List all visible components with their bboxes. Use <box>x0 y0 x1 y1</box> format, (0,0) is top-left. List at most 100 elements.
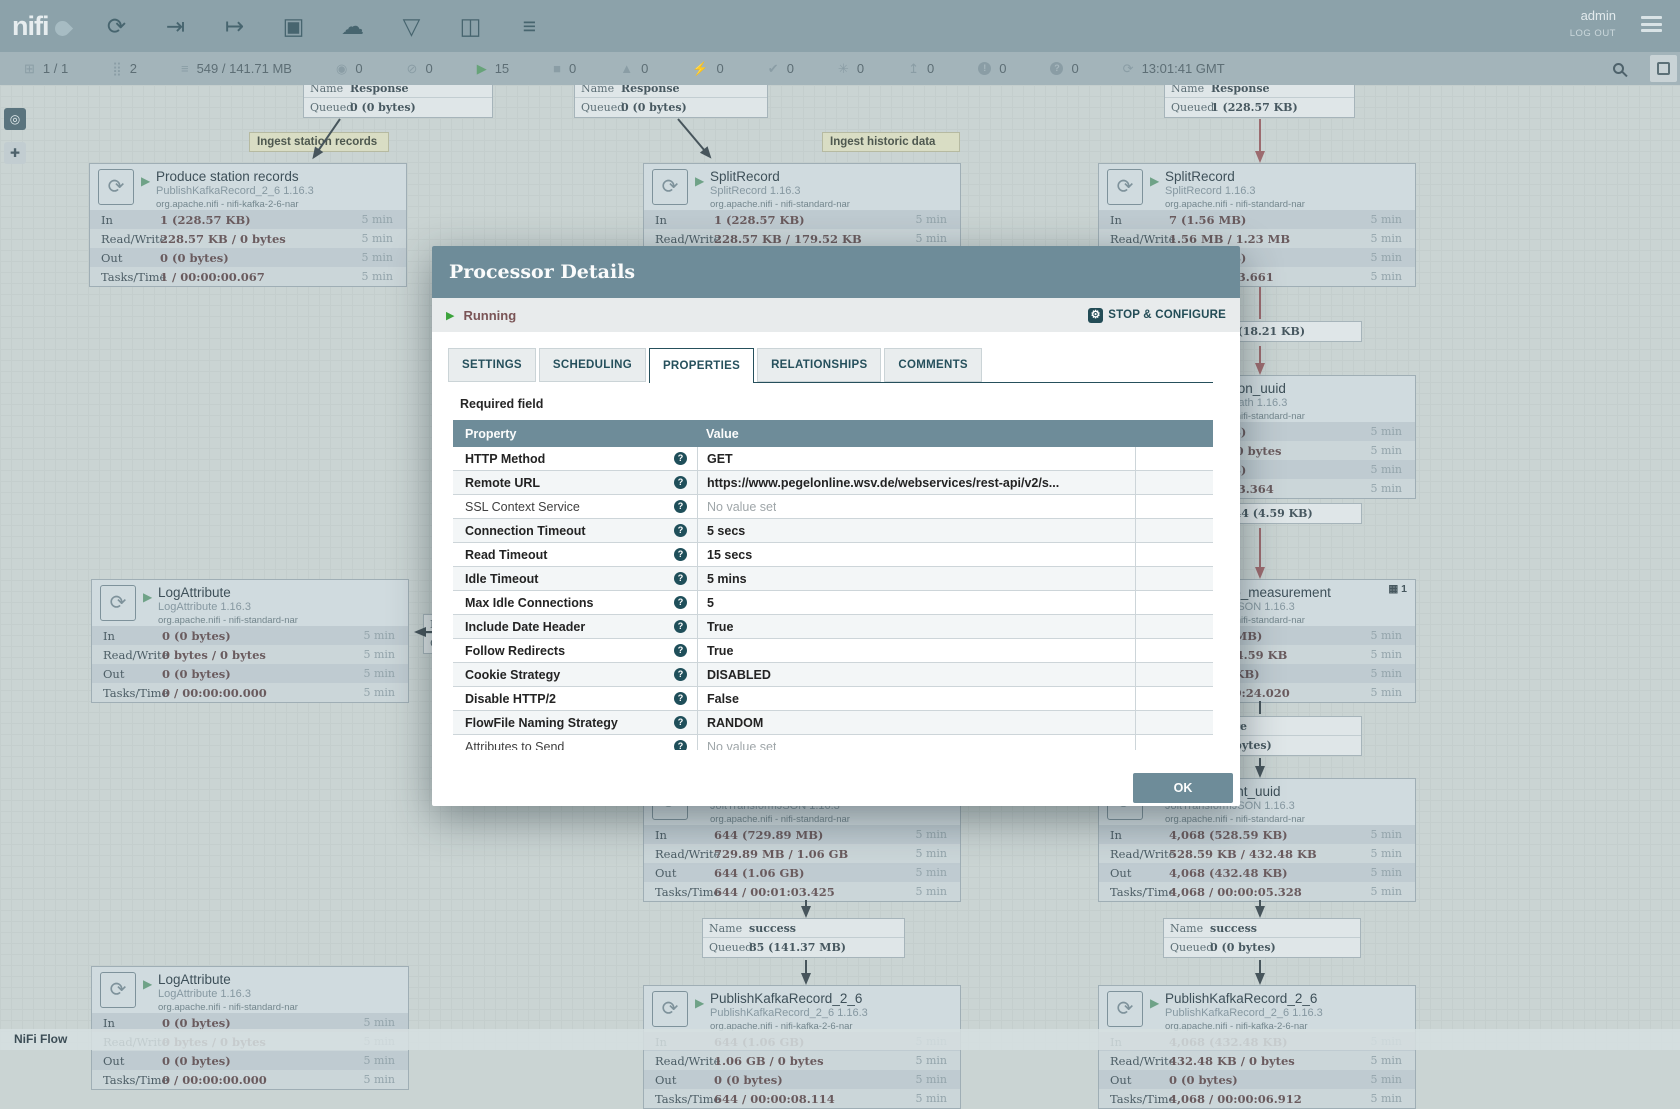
dialog-header: Processor Details <box>432 246 1240 298</box>
sync-failure-count-icon: ? <box>1050 62 1063 75</box>
property-value-cell: 15 secs <box>697 543 1136 566</box>
dialog-tabs: SETTINGSSCHEDULINGPROPERTIESRELATIONSHIP… <box>448 348 1213 383</box>
stat-window: 5 min <box>914 1073 960 1086</box>
help-icon[interactable]: ? <box>674 476 687 489</box>
property-name: Connection Timeout <box>465 524 674 538</box>
ok-button[interactable]: OK <box>1133 773 1233 803</box>
stat-value: 1 (228.57 KB) <box>160 213 360 227</box>
help-icon[interactable]: ? <box>674 524 687 537</box>
not-transmitting-count-value: 0 <box>425 61 432 76</box>
help-icon[interactable]: ? <box>674 596 687 609</box>
help-icon[interactable]: ? <box>674 668 687 681</box>
search-icon[interactable] <box>1613 63 1624 74</box>
property-name: Attributes to Send <box>465 740 674 751</box>
stat-window: 5 min <box>1369 232 1415 245</box>
logout-link[interactable]: LOG OUT <box>1570 28 1616 39</box>
tab-relationships[interactable]: RELATIONSHIPS <box>757 348 881 382</box>
property-row: Connection Timeout?5 secs <box>453 519 1213 543</box>
up-to-date-count-value: 0 <box>787 61 794 76</box>
template-icon[interactable]: ◫ <box>454 9 488 43</box>
connection-value: 0 (0 bytes) <box>621 101 687 114</box>
stat-window: 5 min <box>360 251 406 264</box>
sync-failure-count-value: 0 <box>1071 61 1078 76</box>
stat-value: 4,068 / 00:00:05.328 <box>1169 885 1369 899</box>
stop-configure-button[interactable]: ⚙ STOP & CONFIGURE <box>1088 308 1226 323</box>
nifi-logo: nifi <box>12 11 70 42</box>
properties-table: Property Value HTTP Method?GETRemote URL… <box>453 420 1213 750</box>
stat-value: 4,068 / 00:00:06.912 <box>1169 1092 1369 1106</box>
invalid-count-icon: ▲ <box>620 61 633 76</box>
property-name-cell: Disable HTTP/2? <box>453 687 697 710</box>
processor-icon[interactable]: ⟳ <box>100 9 134 43</box>
processor-node[interactable]: ⟳▶LogAttributeLogAttribute 1.16.3org.apa… <box>91 966 409 1090</box>
stat-value: 0 / 00:00:00.000 <box>162 1073 362 1087</box>
help-icon[interactable]: ? <box>674 740 687 750</box>
processor-type: SplitRecord 1.16.3 <box>710 185 960 197</box>
help-icon[interactable]: ? <box>674 644 687 657</box>
connection-label[interactable]: NamesuccessQueued85 (141.37 MB) <box>702 918 905 958</box>
connection-label[interactable]: NamesuccessQueued0 (0 bytes) <box>1163 918 1361 958</box>
process-group-icon[interactable]: ▣ <box>277 9 311 43</box>
property-name: SSL Context Service <box>465 500 674 514</box>
property-name: Follow Redirects <box>465 644 674 658</box>
stat-window: 5 min <box>1369 686 1415 699</box>
help-icon[interactable]: ? <box>674 620 687 633</box>
stat-label: In <box>92 1016 162 1030</box>
property-value: No value set <box>707 740 776 751</box>
help-icon[interactable]: ? <box>674 500 687 513</box>
flow-label[interactable]: Ingest historic data <box>822 132 960 152</box>
property-value: 5 mins <box>707 572 747 586</box>
stat-value: 644 (1.06 GB) <box>714 866 914 880</box>
tab-scheduling[interactable]: SCHEDULING <box>539 348 646 382</box>
help-icon[interactable]: ? <box>674 716 687 729</box>
processor-type-icon: ⟳ <box>100 585 136 621</box>
processor-name: PublishKafkaRecord_2_6 <box>710 991 960 1006</box>
tab-properties[interactable]: PROPERTIES <box>649 348 754 383</box>
flow-label[interactable]: Ingest station records <box>249 132 389 152</box>
processor-type-icon: ⟳ <box>100 972 136 1008</box>
breadcrumb[interactable]: NiFi Flow <box>0 1029 1680 1050</box>
row-filler <box>1136 447 1213 470</box>
output-port-icon[interactable]: ↦ <box>218 9 252 43</box>
active-tab-underline <box>753 382 1213 383</box>
global-menu-icon[interactable] <box>1641 16 1662 36</box>
refresh-icon[interactable]: ⟳ <box>1123 61 1134 77</box>
input-port-icon[interactable]: ⇥ <box>159 9 193 43</box>
processor-type-icon: ⟳ <box>652 991 688 1027</box>
stat-value: 1 (228.57 KB) <box>714 213 914 227</box>
processor-type: LogAttribute 1.16.3 <box>158 988 408 1000</box>
connection-label-row: Queued1 (228.57 KB) <box>1165 98 1354 117</box>
stat-window: 5 min <box>1369 482 1415 495</box>
property-row: Remote URL?https://www.pegelonline.wsv.d… <box>453 471 1213 495</box>
status-bar: ⊞1 / 1⣿2≡549 / 141.71 MB◉0⊘0▶15■0▲0⚡0✔0✳… <box>0 52 1680 85</box>
move-tool-button[interactable]: ✚ <box>4 142 26 164</box>
birdseye-button[interactable]: ◎ <box>4 108 26 130</box>
stat-window: 5 min <box>362 1073 408 1086</box>
processor-node[interactable]: ⟳▶LogAttributeLogAttribute 1.16.3org.apa… <box>91 579 409 703</box>
dialog-title: Processor Details <box>432 261 635 283</box>
stat-window: 5 min <box>362 648 408 661</box>
operate-panel-toggle[interactable] <box>1650 55 1677 82</box>
connection-key: Queued <box>575 101 621 114</box>
stat-window: 5 min <box>362 629 408 642</box>
help-icon[interactable]: ? <box>674 572 687 585</box>
stat-window: 5 min <box>914 213 960 226</box>
processor-titles: LogAttributeLogAttribute 1.16.3org.apach… <box>158 967 408 1013</box>
required-field-note: Required field <box>460 397 1213 411</box>
help-icon[interactable]: ? <box>674 452 687 465</box>
tab-settings[interactable]: SETTINGS <box>448 348 536 382</box>
tab-comments[interactable]: COMMENTS <box>884 348 981 382</box>
processor-node[interactable]: ⟳▶Produce station recordsPublishKafkaRec… <box>89 163 407 287</box>
stat-window: 5 min <box>1369 213 1415 226</box>
stat-row: Out0 (0 bytes)5 min <box>90 248 406 267</box>
label-icon[interactable]: ≡ <box>513 9 547 43</box>
funnel-icon[interactable]: ▽ <box>395 9 429 43</box>
help-icon[interactable]: ? <box>674 692 687 705</box>
run-status-icon: ▶ <box>1150 174 1159 188</box>
help-icon[interactable]: ? <box>674 548 687 561</box>
connection-label-row: Queued0 (0 bytes) <box>575 98 767 117</box>
remote-process-group-icon[interactable]: ☁ <box>336 9 370 43</box>
transmitting-count-value: 0 <box>355 61 362 76</box>
processor-titles: SplitRecordSplitRecord 1.16.3org.apache.… <box>1165 164 1415 210</box>
queued-flowfiles-count-value: 549 / 141.71 MB <box>197 61 292 76</box>
